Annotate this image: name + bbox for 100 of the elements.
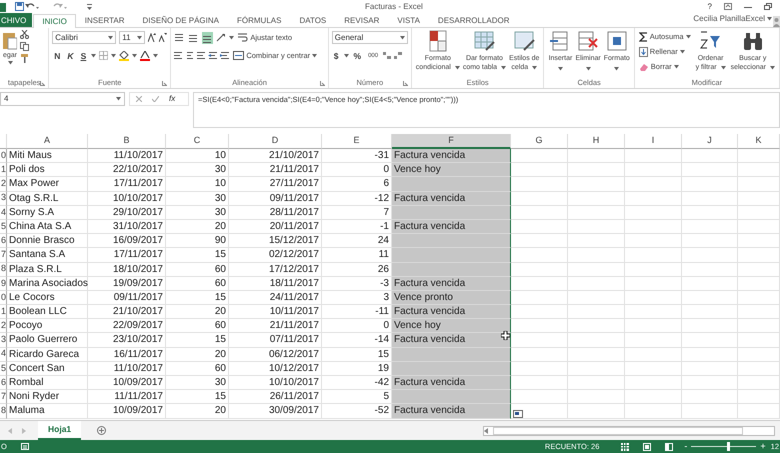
column-header[interactable]: A [7, 134, 88, 149]
caret-icon[interactable] [674, 65, 679, 69]
row-header[interactable]: 2 [0, 319, 7, 334]
increase-indent-icon[interactable] [220, 51, 230, 60]
column-header[interactable]: G [511, 134, 568, 149]
row-header[interactable]: 2 [0, 177, 7, 192]
ribbon-tab[interactable]: DESARROLLADOR [428, 13, 518, 27]
column-header[interactable]: F [392, 134, 511, 149]
dialog-launcher-icon[interactable] [162, 81, 168, 86]
ribbon-tab[interactable]: VISTA [388, 13, 429, 27]
zoom-in-button[interactable]: + [759, 440, 767, 453]
caret-icon[interactable] [720, 66, 726, 70]
restore-icon[interactable] [764, 3, 772, 10]
ribbon-display-icon[interactable] [724, 3, 732, 10]
caret-icon[interactable] [116, 97, 121, 101]
decrease-decimal-icon[interactable] [394, 51, 402, 60]
caret-icon[interactable] [132, 54, 138, 58]
column-header[interactable]: D [229, 134, 322, 149]
column-header[interactable]: K [738, 134, 780, 149]
percent-button[interactable]: % [352, 50, 364, 62]
fill-down-icon[interactable] [638, 47, 648, 57]
fill-color-icon[interactable] [119, 50, 130, 60]
slider-thumb[interactable] [727, 442, 730, 451]
cut-icon[interactable] [20, 30, 30, 39]
zoom-out-button[interactable]: - [683, 440, 688, 453]
dialog-launcher-icon[interactable] [320, 81, 325, 86]
page-break-icon[interactable] [665, 442, 674, 450]
row-header[interactable]: 8 [0, 262, 7, 277]
column-header[interactable]: E [322, 134, 392, 149]
add-sheet-icon[interactable] [97, 426, 106, 435]
wrap-text-icon[interactable] [238, 33, 248, 42]
number-format-field[interactable]: General [332, 31, 408, 44]
ribbon-tab[interactable]: DISEÑO DE PÁGINA [134, 13, 228, 27]
caret-icon[interactable] [312, 54, 318, 58]
customize-icon[interactable] [87, 4, 92, 10]
row-header[interactable]: 7 [0, 248, 7, 262]
orientation-icon[interactable] [216, 33, 226, 42]
italic-button[interactable]: K [65, 50, 76, 62]
caret-icon[interactable] [344, 54, 349, 58]
row-header[interactable]: 6 [0, 234, 7, 248]
underline-button[interactable]: S [78, 50, 88, 62]
row-header[interactable]: 0 [0, 290, 7, 306]
caret-icon[interactable] [767, 16, 772, 20]
row-header[interactable]: 4 [0, 206, 7, 220]
column-header[interactable]: B [88, 134, 166, 149]
save-button[interactable] [14, 1, 25, 12]
caret-icon[interactable] [137, 36, 142, 40]
top-align-button[interactable] [174, 32, 186, 44]
grow-font-icon[interactable] [148, 33, 156, 42]
file-tab[interactable]: CHIVO [0, 13, 32, 27]
caret-icon[interactable] [686, 35, 691, 39]
caret-icon[interactable] [532, 66, 538, 70]
ribbon-tab[interactable]: REVISAR [335, 13, 388, 27]
caret-icon[interactable] [680, 50, 685, 54]
macro-record-icon[interactable] [20, 443, 29, 450]
row-header[interactable]: 9 [0, 276, 7, 291]
help-button[interactable]: ? [708, 0, 712, 12]
caret-icon[interactable] [91, 54, 96, 58]
row-header[interactable]: 5 [0, 220, 7, 234]
column-header[interactable]: C [166, 134, 229, 149]
eraser-icon[interactable] [638, 63, 649, 71]
row-header[interactable]: 8 [0, 404, 7, 419]
caret-icon[interactable] [153, 54, 158, 58]
caret-icon[interactable] [111, 54, 116, 58]
row-header[interactable]: 1 [0, 305, 7, 320]
row-header[interactable]: 0 [0, 149, 7, 164]
ribbon-tab[interactable]: INICIO [33, 14, 76, 28]
caret-icon[interactable] [454, 66, 460, 70]
format-painter-icon[interactable] [20, 54, 30, 63]
horizontal-scrollbar[interactable] [483, 426, 775, 436]
row-header[interactable]: 5 [0, 362, 7, 376]
bold-button[interactable]: N [52, 50, 62, 62]
copy-icon[interactable] [20, 42, 30, 51]
page-layout-icon[interactable] [643, 442, 652, 450]
caret-icon[interactable] [229, 36, 234, 40]
caret-icon[interactable] [586, 66, 591, 70]
row-header[interactable]: 7 [0, 390, 7, 404]
dialog-launcher-icon[interactable] [40, 81, 46, 86]
caret-icon[interactable] [501, 66, 506, 70]
undo-icon[interactable] [25, 2, 39, 11]
currency-button[interactable]: $ [332, 50, 341, 62]
column-header[interactable]: I [625, 134, 682, 149]
bottom-align-button[interactable] [202, 32, 214, 44]
column-header[interactable]: H [568, 134, 625, 149]
merge-icon[interactable] [233, 51, 244, 60]
shrink-font-icon[interactable] [159, 33, 168, 42]
decrease-indent-icon[interactable] [208, 51, 218, 60]
sum-icon[interactable] [638, 32, 648, 42]
row-header[interactable]: 3 [0, 192, 7, 206]
name-box[interactable]: 4 [0, 92, 125, 106]
ribbon-tab[interactable]: FÓRMULAS [228, 13, 290, 27]
caret-icon[interactable] [8, 60, 12, 64]
caret-icon[interactable] [108, 36, 114, 40]
caret-icon[interactable] [614, 66, 620, 70]
scroll-left-icon[interactable] [484, 428, 489, 434]
font-color-icon[interactable] [140, 50, 150, 60]
caret-icon[interactable] [558, 66, 563, 70]
scroll-thumb[interactable] [493, 426, 743, 434]
align-right-icon[interactable] [196, 51, 206, 60]
align-center-icon[interactable] [185, 51, 194, 60]
